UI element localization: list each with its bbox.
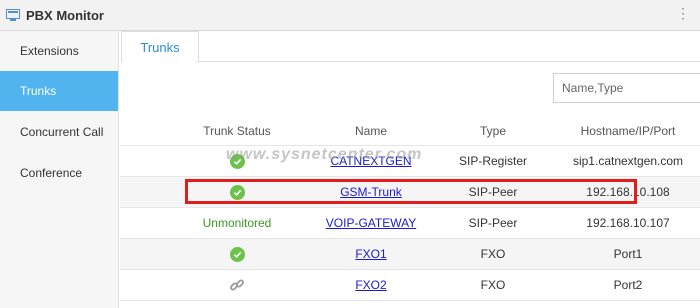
check-icon (229, 246, 245, 262)
table-row: FXO2 FXO Port2 (120, 270, 700, 301)
status-text: Unmonitored (202, 216, 272, 230)
table-header-row: Trunk Status Name Type Hostname/IP/Port (120, 117, 700, 146)
trunk-host-cell: 192.168.10.108 (586, 185, 670, 199)
status-cell (170, 239, 304, 269)
sidebar: Extensions Trunks Concurrent Call Confer… (0, 31, 119, 308)
tab-trunks[interactable]: Trunks (121, 31, 199, 62)
sidebar-item-label: Concurrent Call (20, 125, 104, 139)
search-input[interactable] (553, 73, 700, 103)
trunk-type-cell: SIP-Peer (468, 216, 518, 230)
trunk-name-cell: CATNEXTGEN (304, 146, 438, 176)
tab-divider (197, 61, 700, 62)
trunk-name-link[interactable]: FXO2 (355, 278, 386, 292)
trunk-name-link[interactable]: FXO1 (355, 247, 386, 261)
sidebar-item-label: Trunks (20, 84, 57, 98)
sidebar-item-trunks[interactable]: Trunks (0, 71, 118, 111)
sidebar-item-conference[interactable]: Conference (0, 153, 118, 193)
trunk-name-link[interactable]: VOIP-GATEWAY (326, 216, 416, 230)
check-icon (229, 184, 245, 200)
table-row: GSM-Trunk SIP-Peer 192.168.10.108 (120, 177, 700, 208)
trunk-type-cell: SIP-Peer (468, 185, 518, 199)
status-cell (170, 177, 304, 207)
table-row: FXO1 FXO Port1 (120, 239, 700, 270)
trunk-type-cell: FXO (480, 278, 506, 292)
trunk-name-link[interactable]: GSM-Trunk (340, 185, 402, 199)
sidebar-item-extensions[interactable]: Extensions (0, 31, 118, 71)
sidebar-item-concurrent-call[interactable]: Concurrent Call (0, 112, 118, 152)
window-menu-icon[interactable]: ⋮ (676, 5, 690, 22)
trunk-name-cell: VOIP-GATEWAY (304, 208, 438, 238)
trunk-type-cell: SIP-Register (458, 154, 528, 168)
sidebar-item-label: Conference (20, 166, 83, 180)
trunk-host-cell: 192.168.10.107 (586, 216, 670, 230)
trunk-name-cell: FXO1 (304, 239, 438, 269)
trunk-name-cell: FXO2 (304, 270, 438, 300)
trunk-host-cell: Port2 (613, 278, 643, 292)
trunk-type-cell: FXO (480, 247, 506, 261)
table-row: CATNEXTGEN SIP-Register sip1.catnextgen.… (120, 146, 700, 177)
sidebar-item-label: Extensions (20, 44, 79, 58)
trunk-name-link[interactable]: CATNEXTGEN (330, 154, 411, 168)
trunk-host-cell: sip1.catnextgen.com (572, 154, 684, 168)
tab-label: Trunks (140, 39, 180, 55)
column-header-name[interactable]: Name (304, 117, 438, 145)
trunk-host-cell: Port1 (613, 247, 643, 261)
column-header-type[interactable]: Type (438, 117, 548, 145)
column-header-host[interactable]: Hostname/IP/Port (548, 117, 700, 145)
check-icon (229, 153, 245, 169)
status-cell (170, 146, 304, 176)
table-row: Unmonitored VOIP-GATEWAY SIP-Peer 192.16… (120, 208, 700, 239)
status-cell (170, 270, 304, 300)
trunks-table: Trunk Status Name Type Hostname/IP/Port … (120, 117, 700, 301)
monitor-icon (6, 9, 20, 21)
link-icon (230, 279, 244, 291)
trunk-name-cell: GSM-Trunk (304, 177, 438, 207)
window-title: PBX Monitor (26, 7, 104, 23)
title-bar: PBX Monitor ⋮ (0, 0, 700, 31)
column-header-status[interactable]: Trunk Status (170, 117, 304, 145)
